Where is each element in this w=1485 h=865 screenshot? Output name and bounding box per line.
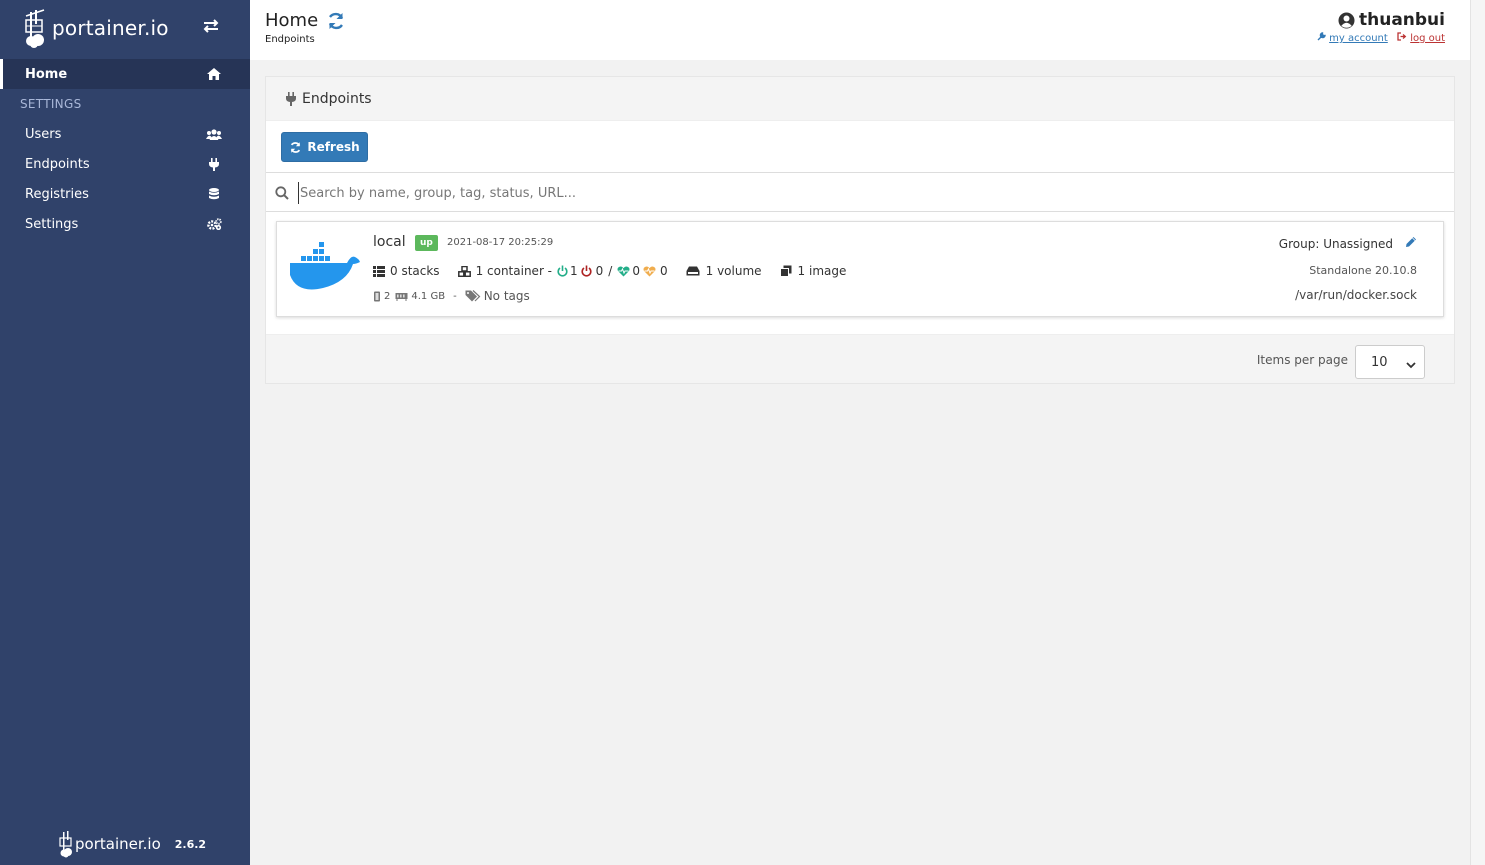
items-per-page-value: 10 bbox=[1371, 354, 1388, 370]
portainer-logo-icon bbox=[25, 9, 45, 48]
endpoint-stats: 0 stacks 1 container - 1 0 / 0 0 1 volum… bbox=[373, 264, 846, 278]
log-out-link[interactable]: log out bbox=[1410, 33, 1445, 44]
sidebar-item-registries[interactable]: Registries bbox=[0, 179, 250, 209]
page-title: Home bbox=[265, 10, 319, 31]
user-name: thuanbui bbox=[1317, 10, 1445, 30]
sidebar-section-heading: SETTINGS bbox=[20, 97, 82, 111]
tags-icon bbox=[465, 290, 481, 302]
volumes-count: 1 volume bbox=[705, 264, 762, 278]
endpoint-engine: Standalone 20.10.8 bbox=[1309, 264, 1417, 277]
cubes-icon bbox=[457, 265, 471, 277]
refresh-button[interactable]: Refresh bbox=[281, 132, 368, 162]
th-list-icon bbox=[373, 265, 385, 277]
images-count: 1 image bbox=[797, 264, 847, 278]
wrench-icon bbox=[1317, 32, 1329, 44]
user-menu: thuanbui my account log out bbox=[1317, 10, 1445, 44]
users-icon bbox=[206, 127, 222, 141]
sidebar-item-label: Endpoints bbox=[25, 156, 90, 172]
user-circle-icon bbox=[1338, 12, 1355, 28]
stopped-count: 0 bbox=[595, 264, 604, 278]
sidebar-item-label: Home bbox=[25, 66, 68, 82]
brand-text: portainer.io bbox=[52, 16, 169, 40]
brand-logo[interactable]: portainer.io bbox=[22, 6, 169, 50]
widget-title: Endpoints bbox=[302, 90, 372, 107]
docker-logo-icon bbox=[289, 240, 361, 296]
sign-out-icon bbox=[1397, 32, 1410, 44]
containers-count: 1 container - bbox=[475, 264, 553, 278]
chevron-down-icon bbox=[1406, 358, 1416, 373]
cpu-icon bbox=[374, 291, 380, 301]
clone-icon bbox=[779, 265, 792, 277]
heartbeat-icon bbox=[617, 266, 630, 276]
running-count: 1 bbox=[570, 264, 578, 278]
top-header: Home Endpoints thuanbui my account log o… bbox=[250, 0, 1470, 60]
plug-icon bbox=[286, 91, 296, 106]
endpoint-url: /var/run/docker.sock bbox=[1295, 288, 1417, 302]
power-on-icon bbox=[557, 265, 568, 277]
refresh-button-label: Refresh bbox=[307, 140, 360, 154]
sidebar-footer: portainer.io 2.6.2 bbox=[58, 830, 206, 858]
endpoints-widget: Endpoints Refresh Search by name, group,… bbox=[265, 76, 1455, 384]
cpu-count: 2 bbox=[384, 290, 391, 302]
stacks-stat: 0 stacks bbox=[373, 264, 440, 278]
memory-size: 4.1 GB bbox=[411, 290, 446, 302]
plug-icon bbox=[206, 157, 222, 171]
containers-stat: 1 container - bbox=[457, 264, 553, 278]
version-label: 2.6.2 bbox=[174, 837, 207, 851]
endpoint-meta: 2 4.1 GB - No tags bbox=[373, 289, 530, 303]
images-stat: 1 image bbox=[779, 264, 847, 278]
username-text: thuanbui bbox=[1358, 10, 1445, 30]
power-off-icon bbox=[581, 265, 592, 277]
search-icon bbox=[275, 185, 289, 204]
refresh-icon[interactable] bbox=[326, 11, 346, 31]
stopped-stat: 0 bbox=[581, 264, 604, 278]
endpoint-card[interactable]: local up 2021-08-17 20:25:29 0 stacks 1 … bbox=[276, 221, 1444, 317]
user-links: my account log out bbox=[1317, 32, 1445, 44]
healthy-count: 0 bbox=[632, 264, 640, 278]
endpoint-group: Group: Unassigned bbox=[1279, 236, 1417, 251]
portainer-logo-icon bbox=[59, 831, 72, 858]
sidebar-item-users[interactable]: Users bbox=[0, 119, 250, 149]
group-label: Group: Unassigned bbox=[1278, 236, 1393, 251]
breadcrumb: Endpoints bbox=[265, 34, 315, 45]
home-icon bbox=[206, 67, 222, 81]
my-account-link[interactable]: my account bbox=[1329, 33, 1388, 44]
status-badge: up bbox=[415, 235, 438, 251]
pencil-icon[interactable] bbox=[1405, 236, 1417, 251]
stacks-count: 0 stacks bbox=[390, 264, 440, 278]
sidebar-item-endpoints[interactable]: Endpoints bbox=[0, 149, 250, 179]
endpoint-timestamp: 2021-08-17 20:25:29 bbox=[447, 237, 554, 248]
memory-icon bbox=[395, 292, 408, 301]
footer-brand-text: portainer.io bbox=[75, 835, 161, 853]
tags-text: No tags bbox=[483, 289, 530, 303]
database-icon bbox=[206, 187, 222, 201]
page-scrollbar[interactable] bbox=[1470, 0, 1485, 865]
unhealthy-stat: 0 bbox=[643, 264, 668, 278]
pagination-footer: Items per page 10 bbox=[266, 334, 1454, 383]
heartbeat-icon bbox=[643, 266, 656, 276]
refresh-icon bbox=[291, 141, 301, 153]
hdd-icon bbox=[686, 266, 700, 276]
cogs-icon bbox=[206, 217, 222, 231]
healthy-stat: 0 bbox=[617, 264, 640, 278]
widget-header: Endpoints bbox=[266, 77, 1454, 121]
items-per-page-select[interactable]: 10 bbox=[1355, 345, 1425, 379]
stats-separator: / bbox=[608, 264, 613, 278]
search-input[interactable] bbox=[298, 182, 1438, 204]
unhealthy-count: 0 bbox=[659, 264, 668, 278]
search-bar bbox=[266, 172, 1454, 212]
endpoint-name: local bbox=[373, 234, 406, 250]
sidebar-item-label: Registries bbox=[25, 186, 89, 202]
volumes-stat: 1 volume bbox=[686, 264, 762, 278]
sidebar-item-settings[interactable]: Settings bbox=[0, 209, 250, 239]
meta-separator: - bbox=[453, 290, 457, 302]
items-per-page-label: Items per page bbox=[1256, 353, 1348, 367]
sidebar: portainer.io Home SETTINGS Users Endpoin… bbox=[0, 0, 250, 865]
sidebar-toggle-icon[interactable] bbox=[201, 18, 225, 38]
sidebar-item-home[interactable]: Home bbox=[0, 59, 250, 89]
running-stat: 1 bbox=[557, 264, 578, 278]
sidebar-item-label: Users bbox=[25, 126, 62, 142]
sidebar-item-label: Settings bbox=[25, 216, 79, 232]
